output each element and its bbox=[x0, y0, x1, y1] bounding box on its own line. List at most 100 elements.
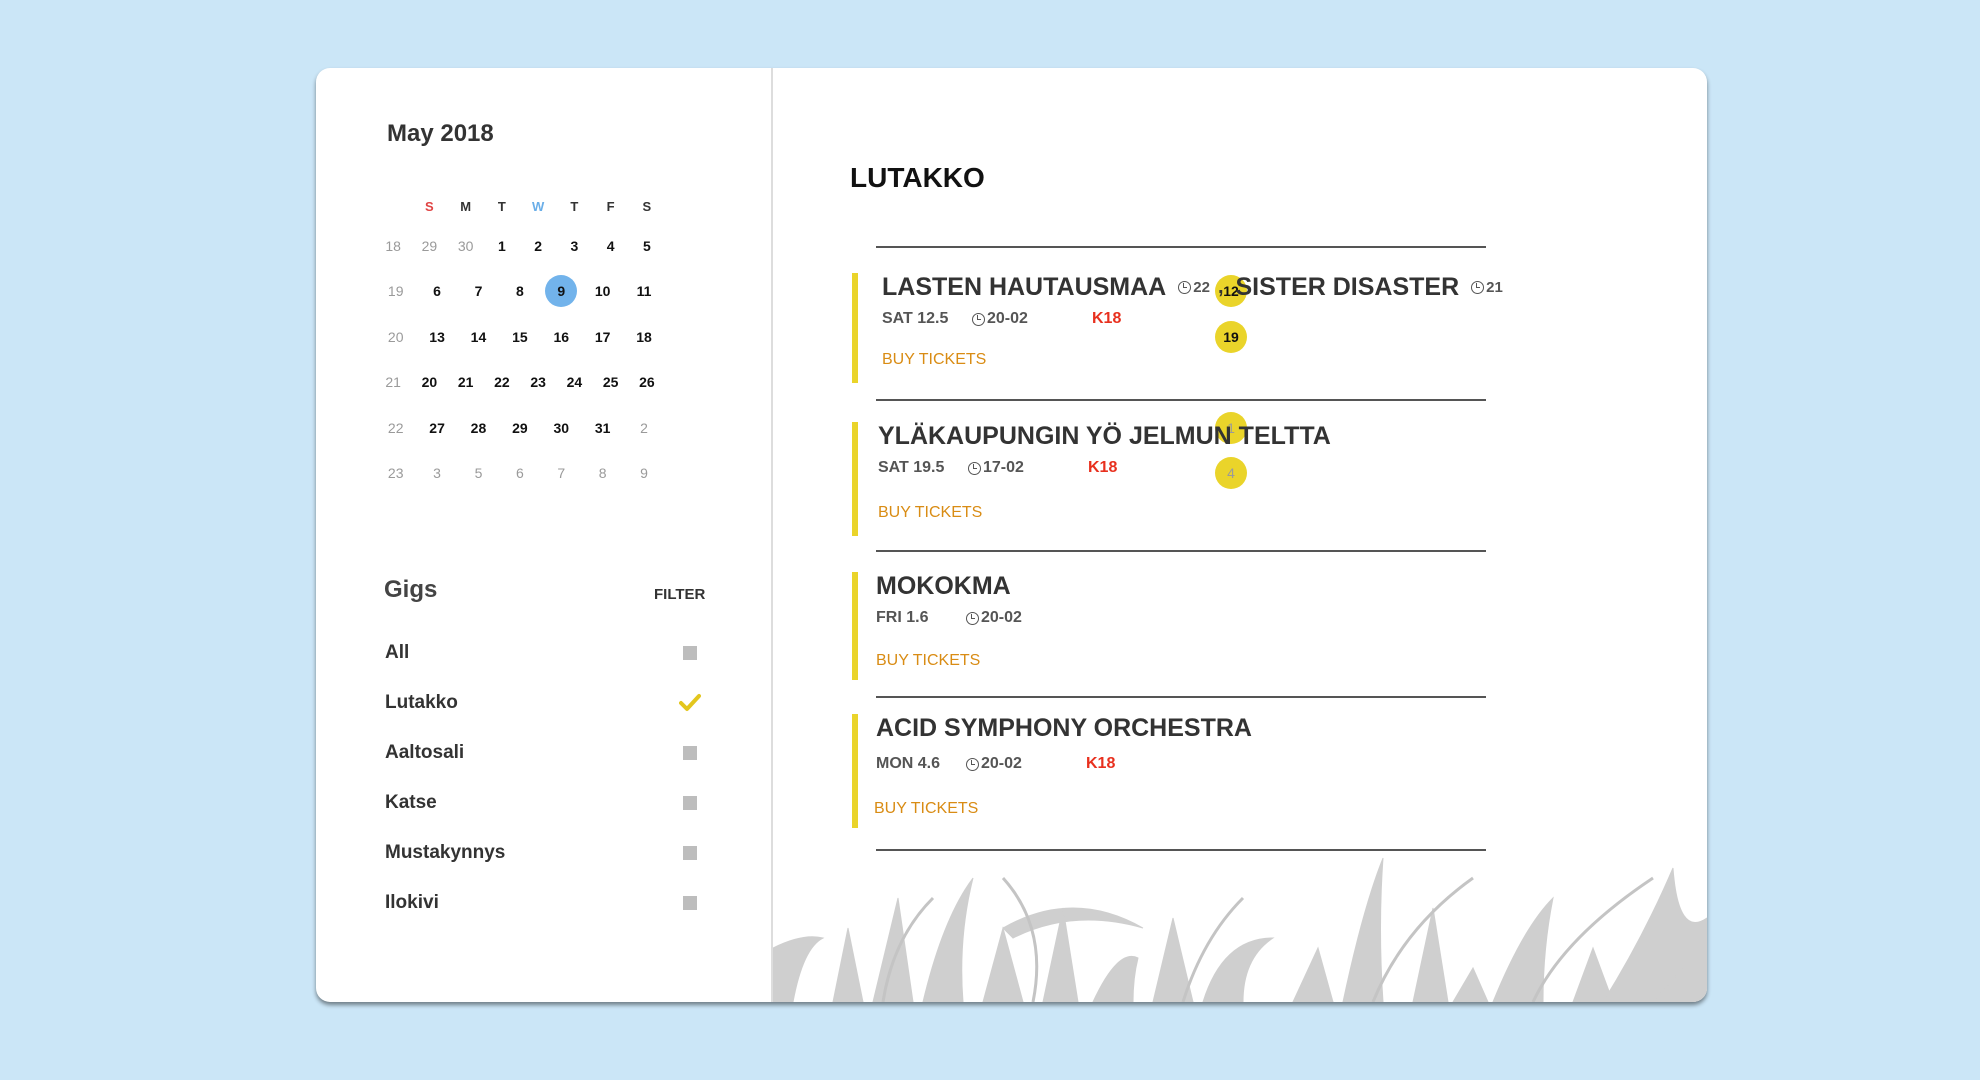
calendar-week-row: 19 6 7 8 9 10 11 12 bbox=[375, 269, 1247, 315]
filter-item-label: Aaltosali bbox=[385, 742, 465, 763]
calendar-day-label: 20 bbox=[421, 374, 438, 391]
calendar-day[interactable]: 3 bbox=[556, 223, 592, 269]
calendar-day-label: 15 bbox=[512, 328, 528, 345]
calendar-day[interactable]: 24 bbox=[556, 360, 592, 406]
artist-separator: , bbox=[1217, 276, 1224, 298]
event-time-label: 20-02 bbox=[987, 310, 1028, 327]
calendar-day[interactable]: 8 bbox=[499, 269, 540, 315]
event-title: MOKOKMA bbox=[876, 572, 1011, 600]
calendar-day[interactable]: 29 bbox=[411, 223, 447, 269]
calendar-day[interactable]: 10 bbox=[582, 269, 623, 315]
filter-item-lutakko[interactable]: Lutakko bbox=[385, 678, 705, 728]
buy-tickets-link[interactable]: BUY TICKETS bbox=[882, 351, 986, 369]
calendar-day-label: 2 bbox=[640, 419, 648, 436]
calendar-day-label: 7 bbox=[557, 465, 566, 482]
event-time: 20-02 bbox=[972, 310, 1092, 328]
filter-item-mustakynnys[interactable]: Mustakynnys bbox=[385, 828, 705, 878]
calendar-day[interactable]: 23 bbox=[520, 360, 556, 406]
calendar-day[interactable]: 5 bbox=[629, 223, 665, 269]
calendar-day[interactable]: 3 bbox=[416, 451, 457, 497]
artist-age-label: 21 bbox=[1486, 279, 1503, 296]
calendar-day[interactable]: 27 bbox=[416, 405, 457, 451]
calendar-day[interactable]: 7 bbox=[458, 269, 499, 315]
filter-checkbox[interactable] bbox=[675, 646, 705, 660]
week-number: 22 bbox=[387, 419, 404, 436]
calendar-week-row: 23 3 4 5 6 7 8 9 bbox=[375, 451, 1247, 497]
event-separator bbox=[876, 550, 1486, 552]
calendar-day[interactable]: 6 bbox=[499, 451, 540, 497]
calendar-day-label: 30 bbox=[457, 237, 474, 254]
calendar-day[interactable]: 17 bbox=[582, 314, 623, 360]
calendar-day[interactable]: 30 bbox=[541, 405, 582, 451]
calendar-day[interactable]: 14 bbox=[458, 314, 499, 360]
calendar-day[interactable]: 2 bbox=[623, 405, 664, 451]
calendar-day[interactable]: 2 bbox=[520, 223, 556, 269]
age-rating-badge: K18 bbox=[1088, 459, 1118, 476]
filter-item-aaltosali[interactable]: Aaltosali bbox=[385, 728, 705, 778]
venue-title: LUTAKKO bbox=[850, 162, 985, 193]
age-rating-badge: K18 bbox=[1092, 310, 1122, 327]
artist-age-label: 22 bbox=[1193, 279, 1210, 296]
filter-checkbox[interactable] bbox=[675, 846, 705, 860]
calendar-day[interactable]: 20 bbox=[411, 360, 447, 406]
calendar-day-today[interactable]: 9 bbox=[541, 269, 582, 315]
checkmark-icon bbox=[679, 694, 701, 711]
calendar-day[interactable]: 6 bbox=[416, 269, 457, 315]
calendar-day[interactable]: 29 bbox=[499, 405, 540, 451]
weekday-label: M bbox=[460, 198, 472, 214]
calendar-day[interactable]: 28 bbox=[458, 405, 499, 451]
event-separator bbox=[876, 399, 1486, 401]
event-title: ACID SYMPHONY ORCHESTRA bbox=[876, 714, 1252, 742]
calendar-day[interactable]: 25 bbox=[593, 360, 629, 406]
week-number: 19 bbox=[387, 283, 404, 300]
unchecked-box-icon bbox=[683, 896, 697, 910]
event-meta: SAT 19.5 17-02 K18 bbox=[878, 459, 1331, 477]
calendar-day[interactable]: 30 bbox=[448, 223, 484, 269]
calendar-day[interactable]: 18 bbox=[623, 314, 664, 360]
buy-tickets-link[interactable]: BUY TICKETS bbox=[878, 504, 982, 522]
artist-age-info: 21 bbox=[1471, 279, 1503, 296]
filter-checkbox[interactable] bbox=[675, 693, 705, 713]
event-time: 20-02 bbox=[966, 755, 1086, 773]
calendar-day[interactable]: 11 bbox=[623, 269, 664, 315]
calendar-grid: S M T W T F S 18 29 30 1 2 3 4 5 19 6 7 … bbox=[375, 189, 1247, 497]
filter-checkbox[interactable] bbox=[675, 746, 705, 760]
calendar-day-label: 2 bbox=[534, 237, 543, 254]
calendar-day-label: 28 bbox=[470, 419, 487, 436]
week-number: 21 bbox=[385, 374, 401, 391]
calendar-day-label: 17 bbox=[594, 328, 611, 345]
calendar-day[interactable]: 4 bbox=[593, 223, 629, 269]
calendar-day-label: 29 bbox=[421, 237, 438, 254]
calendar-day-label: 1 bbox=[497, 237, 506, 254]
calendar-day[interactable]: 21 bbox=[448, 360, 484, 406]
event-accent-bar bbox=[852, 572, 858, 680]
unchecked-box-icon bbox=[683, 746, 697, 760]
gigs-heading: Gigs bbox=[384, 576, 438, 603]
calendar-day[interactable]: 16 bbox=[541, 314, 582, 360]
filter-item-ilokivi[interactable]: Ilokivi bbox=[385, 878, 705, 928]
calendar-day[interactable]: 9 bbox=[623, 451, 664, 497]
event-artist: LASTEN HAUTAUSMAA bbox=[882, 273, 1167, 301]
filter-checkbox[interactable] bbox=[675, 896, 705, 910]
event-title: LASTEN HAUTAUSMAA 22 , SISTER DISASTER 2… bbox=[882, 273, 1503, 302]
calendar-day[interactable]: 31 bbox=[582, 405, 623, 451]
calendar-day[interactable]: 26 bbox=[629, 360, 665, 406]
filter-checkbox[interactable] bbox=[675, 796, 705, 810]
calendar-day-label: 5 bbox=[642, 237, 651, 254]
buy-tickets-link[interactable]: BUY TICKETS bbox=[874, 800, 978, 818]
filter-item-all[interactable]: All bbox=[385, 628, 705, 678]
calendar-day-label: 26 bbox=[639, 374, 655, 391]
calendar-day[interactable]: 15 bbox=[499, 314, 540, 360]
buy-tickets-link[interactable]: BUY TICKETS bbox=[876, 652, 980, 670]
calendar-day[interactable]: 7 bbox=[541, 451, 582, 497]
calendar-day[interactable]: 22 bbox=[484, 360, 520, 406]
clock-icon bbox=[972, 312, 985, 326]
calendar-day[interactable]: 8 bbox=[582, 451, 623, 497]
calendar-week-row: 21 20 21 22 23 24 25 26 bbox=[375, 360, 665, 406]
filter-item-katse[interactable]: Katse bbox=[385, 778, 705, 828]
calendar-day[interactable]: 13 bbox=[416, 314, 457, 360]
calendar-day[interactable]: 5 bbox=[458, 451, 499, 497]
calendar-day-label: 9 bbox=[545, 275, 578, 308]
calendar-day[interactable]: 1 bbox=[484, 223, 520, 269]
calendar-day-label: 11 bbox=[636, 283, 652, 300]
